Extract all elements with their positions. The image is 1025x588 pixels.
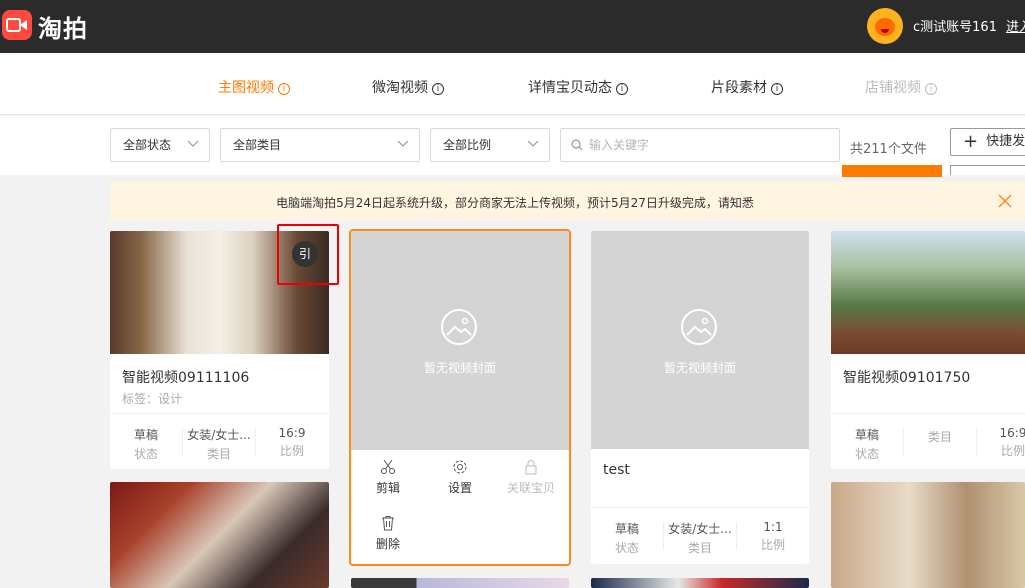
trash-icon: [382, 516, 394, 531]
search-box[interactable]: [560, 128, 840, 162]
tab-main-video[interactable]: 主图视频 i: [218, 77, 290, 97]
video-thumbnail[interactable]: [831, 482, 1025, 588]
search-icon: [571, 139, 583, 151]
video-thumbnail[interactable]: [110, 482, 329, 588]
video-thumbnail[interactable]: 暂无视频封面: [591, 231, 809, 449]
no-cover-text: 暂无视频封面: [663, 361, 736, 375]
image-placeholder-icon: [441, 309, 477, 345]
video-title: 智能视频09111106: [122, 370, 250, 386]
no-cover-text: 暂无视频封面: [423, 361, 496, 375]
logo-icon: [2, 10, 32, 40]
ratio-value: 16:9: [278, 426, 306, 440]
video-meta: 草稿 状态 类目 16:9 比例: [831, 413, 1025, 469]
video-thumbnail[interactable]: [831, 231, 1025, 354]
video-title: 智能视频09101750: [843, 370, 971, 386]
info-icon: i: [432, 83, 444, 95]
status-select[interactable]: 全部状态: [110, 128, 210, 162]
file-count: 共211个文件: [850, 142, 927, 157]
video-thumbnail[interactable]: [591, 578, 809, 588]
brand-name: 淘拍: [38, 15, 88, 43]
info-icon: i: [925, 83, 937, 95]
video-thumbnail[interactable]: 暂无视频封面: [351, 231, 569, 450]
avatar[interactable]: [867, 8, 903, 44]
chevron-down-icon: [187, 140, 199, 147]
video-meta: 草稿 状态 女装/女士... 类目 1:1 比例: [591, 507, 809, 563]
video-card[interactable]: 暂无视频封面 test 草稿 状态 女装/女士... 类目 1:1 比例: [591, 231, 809, 564]
search-input[interactable]: [589, 136, 829, 154]
video-tag: 标签：设计: [122, 392, 183, 406]
quick-publish-button[interactable]: + 快捷发: [950, 128, 1025, 156]
enter-link[interactable]: 进入: [1006, 16, 1025, 35]
highlight-box: [277, 224, 339, 285]
ratio-select[interactable]: 全部比例: [430, 128, 550, 162]
tab-clip-material[interactable]: 片段素材 i: [711, 77, 783, 97]
chevron-down-icon: [527, 140, 539, 147]
category-value: 女装/女士...: [187, 428, 251, 442]
tab-weitao-video[interactable]: 微淘视频 i: [372, 77, 444, 97]
category-tabs: 主图视频 i 微淘视频 i 详情宝贝动态 i 片段素材 i 店铺视频 i: [0, 53, 1025, 115]
lock-icon: [525, 460, 537, 475]
info-icon: i: [616, 83, 628, 95]
ratio-value: 1:1: [763, 520, 783, 534]
category-select[interactable]: 全部类目: [220, 128, 420, 162]
tab-detail-dynamic[interactable]: 详情宝贝动态 i: [528, 77, 628, 97]
status-value: 草稿: [854, 428, 879, 442]
video-card-selected[interactable]: 暂无视频封面 剪辑 设置 关联宝贝 删除: [349, 229, 571, 566]
video-title: test: [603, 462, 630, 478]
delete-button[interactable]: 删除: [353, 515, 423, 552]
info-icon: i: [771, 83, 783, 95]
image-placeholder-icon: [681, 309, 717, 345]
tab-shop-video[interactable]: 店铺视频 i: [865, 77, 937, 97]
edit-button[interactable]: 剪辑: [353, 459, 423, 496]
top-bar: 淘拍 c测试账号161 进入: [0, 0, 1025, 53]
video-meta: 草稿 状态 女装/女士... 类目 16:9 比例: [110, 413, 329, 469]
create-button[interactable]: [950, 165, 1025, 175]
scissors-icon: [381, 459, 395, 474]
account-name[interactable]: c测试账号161: [913, 16, 997, 35]
link-item-button[interactable]: 关联宝贝: [496, 459, 566, 496]
video-card[interactable]: 智能视频09101750 草稿 状态 类目 16:9 比例: [831, 231, 1025, 469]
ratio-value: 16:9: [999, 426, 1025, 440]
info-icon: i: [278, 83, 290, 95]
category-value: 女装/女士...: [668, 522, 732, 536]
notice-banner: 电脑端淘拍5月24日起系统升级，部分商家无法上传视频，预计5月27日升级完成，请…: [110, 182, 1025, 220]
plus-icon: +: [963, 131, 979, 152]
gear-icon: [453, 460, 467, 474]
status-value: 草稿: [133, 428, 158, 442]
chevron-down-icon: [397, 140, 409, 147]
upload-button[interactable]: [842, 165, 942, 177]
settings-button[interactable]: 设置: [425, 459, 495, 496]
video-thumbnail[interactable]: [351, 578, 569, 588]
status-value: 草稿: [614, 522, 639, 536]
notice-text: 电脑端淘拍5月24日起系统升级，部分商家无法上传视频，预计5月27日升级完成，请…: [276, 196, 754, 210]
close-icon[interactable]: [997, 193, 1013, 209]
